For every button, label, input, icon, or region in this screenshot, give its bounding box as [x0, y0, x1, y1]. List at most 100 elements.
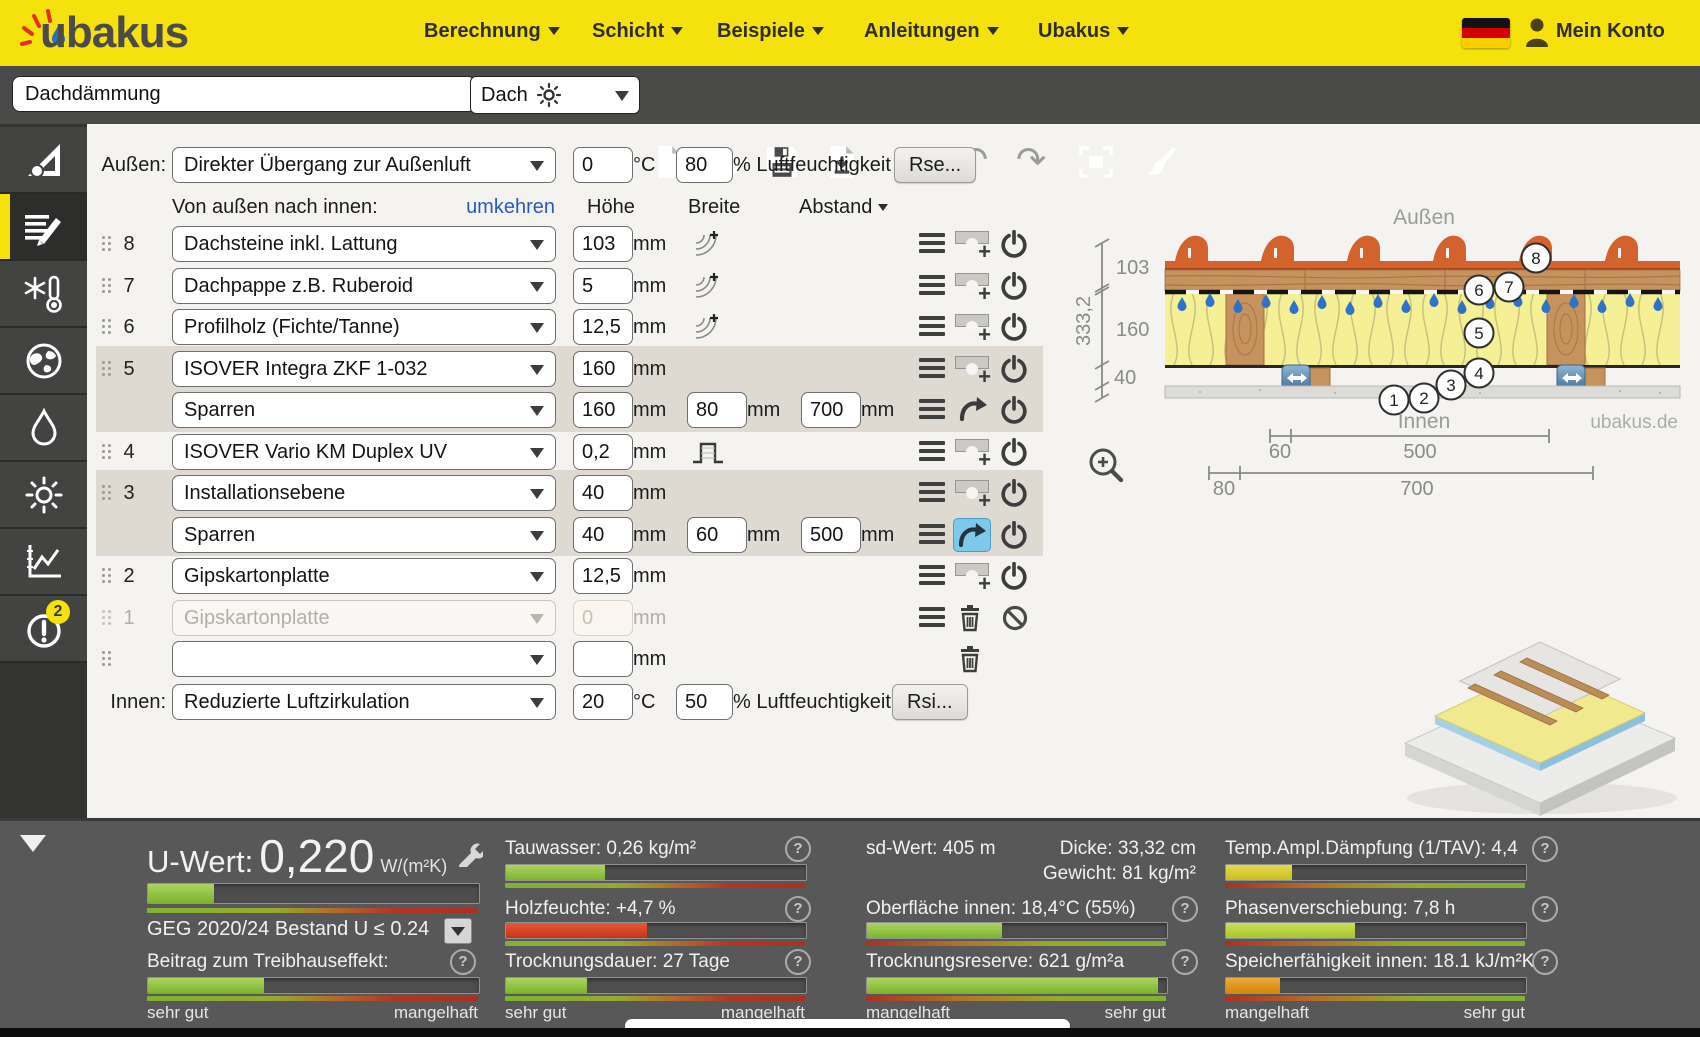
height-input[interactable]	[573, 226, 633, 262]
drag-handle-icon[interactable]	[102, 568, 112, 584]
delete-layer-icon[interactable]	[958, 645, 984, 673]
aussen-humidity-input[interactable]	[676, 147, 733, 183]
width-input[interactable]	[687, 392, 747, 428]
help-icon[interactable]: ?	[1172, 896, 1198, 922]
zoom-icon[interactable]	[1091, 450, 1121, 480]
geg-select-button[interactable]	[444, 918, 472, 944]
toggle-layer-icon[interactable]	[1000, 355, 1028, 383]
fullscreen-button[interactable]	[1078, 144, 1114, 180]
german-flag-icon[interactable]	[1462, 18, 1510, 48]
innen-circulation-select[interactable]: Reduzierte Luftzirkulation	[172, 684, 556, 720]
height-input[interactable]	[573, 558, 633, 594]
toggle-layer-icon[interactable]	[1000, 230, 1028, 258]
rse-button[interactable]: Rse...	[894, 147, 976, 183]
height-input[interactable]	[573, 434, 633, 470]
layer-menu-icon[interactable]	[919, 358, 945, 380]
drag-handle-icon[interactable]	[102, 651, 112, 667]
menu-schicht[interactable]: Schicht	[592, 20, 683, 43]
toggle-layer-icon[interactable]	[1000, 272, 1028, 300]
width-input[interactable]	[687, 517, 747, 553]
toggle-layer-icon[interactable]	[1000, 521, 1028, 549]
add-layer-icon[interactable]: +	[955, 478, 989, 508]
spacing-input[interactable]	[801, 517, 861, 553]
menu-berechnung[interactable]: Berechnung	[424, 20, 560, 43]
add-layer-icon[interactable]: +	[955, 437, 989, 467]
add-layer-icon[interactable]: +	[955, 229, 989, 259]
membrane-icon[interactable]	[690, 439, 726, 465]
material-select[interactable]: Installationsebene	[172, 475, 556, 511]
drag-handle-icon[interactable]	[102, 610, 112, 626]
height-input[interactable]	[573, 392, 633, 428]
detach-sparren-icon[interactable]	[957, 395, 989, 423]
height-input[interactable]	[573, 475, 633, 511]
account-link[interactable]: Mein Konto	[1556, 20, 1665, 43]
redo-button[interactable]: ↷	[1016, 138, 1046, 182]
help-icon[interactable]: ?	[1532, 896, 1558, 922]
wood-texture-icon[interactable]	[694, 312, 720, 342]
toggle-layer-icon[interactable]	[1000, 438, 1028, 466]
help-icon[interactable]: ?	[1532, 949, 1558, 975]
aussen-transition-select[interactable]: Direkter Übergang zur Außenluft	[172, 147, 556, 183]
layer-menu-icon[interactable]	[919, 607, 945, 629]
innen-humidity-input[interactable]	[676, 684, 733, 720]
innen-temp-input[interactable]	[573, 684, 633, 720]
collapse-panel-button[interactable]	[20, 835, 46, 852]
height-input-empty[interactable]	[573, 641, 633, 677]
delete-layer-icon[interactable]	[958, 604, 984, 632]
menu-anleitungen[interactable]: Anleitungen	[864, 20, 999, 43]
material-select[interactable]: Profilholz (Fichte/Tanne)	[172, 309, 556, 345]
help-icon[interactable]: ?	[1172, 949, 1198, 975]
layer-menu-icon[interactable]	[919, 316, 945, 338]
construction-type-select[interactable]: Dach	[470, 76, 640, 114]
paint-brush-button[interactable]	[1140, 144, 1176, 180]
sparren-select[interactable]: Sparren	[172, 392, 556, 428]
menu-ubakus[interactable]: Ubakus	[1038, 20, 1129, 43]
height-input[interactable]	[573, 517, 633, 553]
add-layer-icon[interactable]: +	[955, 312, 989, 342]
layer-menu-icon[interactable]	[919, 565, 945, 587]
menu-beispiele[interactable]: Beispiele	[717, 20, 824, 43]
help-icon[interactable]: ?	[785, 949, 811, 975]
drag-handle-icon[interactable]	[102, 444, 112, 460]
add-layer-icon[interactable]: +	[955, 271, 989, 301]
height-input[interactable]	[573, 351, 633, 387]
material-select[interactable]: ISOVER Vario KM Duplex UV	[172, 434, 556, 470]
col-abstand-label[interactable]: Abstand	[799, 196, 888, 219]
height-input[interactable]	[573, 309, 633, 345]
detach-sparren-active-button[interactable]	[953, 518, 991, 552]
aussen-temp-input[interactable]	[573, 147, 633, 183]
drag-handle-icon[interactable]	[102, 485, 112, 501]
material-select-empty[interactable]	[172, 641, 556, 677]
drag-handle-icon[interactable]	[102, 236, 112, 252]
roof-cross-section[interactable]: Außen	[1060, 196, 1700, 508]
spacing-input[interactable]	[801, 392, 861, 428]
sparren-select[interactable]: Sparren	[172, 517, 556, 553]
toggle-layer-icon[interactable]	[1000, 562, 1028, 590]
wood-texture-icon[interactable]	[694, 229, 720, 259]
help-icon[interactable]: ?	[450, 949, 476, 975]
material-select[interactable]: Dachsteine inkl. Lattung	[172, 226, 556, 262]
add-layer-icon[interactable]: +	[955, 561, 989, 591]
layer-menu-icon[interactable]	[919, 399, 945, 421]
sidebar-item-ruler[interactable]	[0, 127, 87, 194]
construction-3d-preview[interactable]	[1390, 578, 1690, 816]
material-select[interactable]: ISOVER Integra ZKF 1-032	[172, 351, 556, 387]
invert-link[interactable]: umkehren	[460, 196, 555, 219]
drag-handle-icon[interactable]	[102, 278, 112, 294]
wood-texture-icon[interactable]	[694, 271, 720, 301]
help-icon[interactable]: ?	[785, 896, 811, 922]
layer-menu-icon[interactable]	[919, 233, 945, 255]
material-select[interactable]: Gipskartonplatte	[172, 558, 556, 594]
wrench-icon[interactable]	[455, 839, 483, 867]
rsi-button[interactable]: Rsi...	[892, 684, 968, 720]
help-icon[interactable]: ?	[1532, 836, 1558, 862]
project-name-input[interactable]	[12, 76, 476, 112]
drag-handle-icon[interactable]	[102, 319, 112, 335]
material-select[interactable]: Dachpappe z.B. Ruberoid	[172, 268, 556, 304]
layer-menu-icon[interactable]	[919, 441, 945, 463]
drag-handle-icon[interactable]	[102, 361, 112, 377]
toggle-layer-icon[interactable]	[1000, 479, 1028, 507]
help-icon[interactable]: ?	[785, 836, 811, 862]
layer-menu-icon[interactable]	[919, 524, 945, 546]
toggle-layer-icon[interactable]	[1000, 313, 1028, 341]
